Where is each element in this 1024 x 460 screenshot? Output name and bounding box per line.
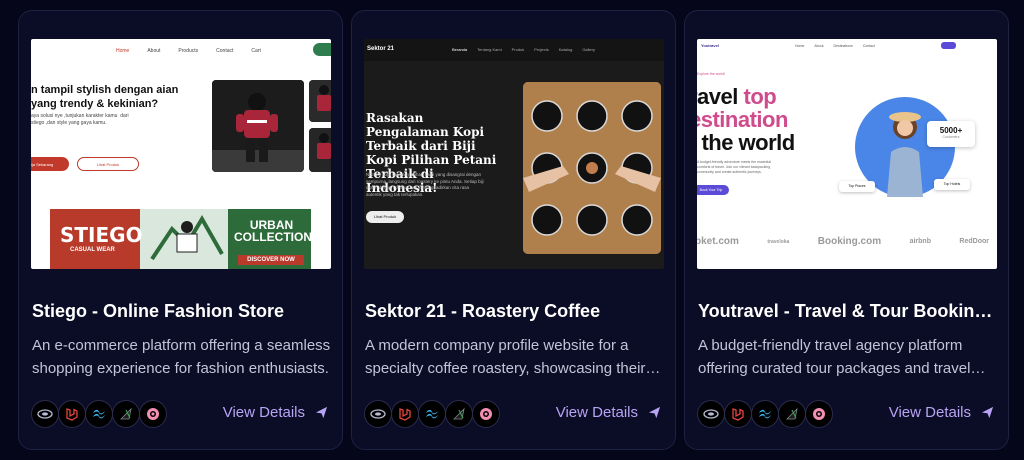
project-title: Youtravel - Travel & Tour Booking Websit…: [698, 301, 998, 321]
laravel-icon: [724, 400, 752, 428]
preview-logo: Sektor 21: [367, 46, 395, 52]
view-details-link[interactable]: View Details: [556, 404, 661, 421]
preview-button: Lihat Produk: [366, 211, 404, 223]
project-card[interactable]: Youtravel Home About Destinations Contac…: [684, 10, 1009, 450]
preview-primary-button: lja Sekarang: [31, 157, 69, 171]
laravel-icon: [58, 400, 86, 428]
preview-secondary-button: Lihat Produk: [77, 157, 139, 171]
preview-button: Book Your Trip: [697, 185, 729, 195]
preview-nav-button: [941, 42, 956, 49]
mongodb-icon: [445, 400, 473, 428]
gatsby-icon: [805, 400, 833, 428]
preview-partner-logos: bket.com traveloka Booking.com airbnb Re…: [697, 236, 989, 247]
preview-text: aya solusi nye ,tunjukan karakter kamu d…: [31, 113, 129, 126]
view-details-link[interactable]: View Details: [889, 404, 994, 421]
view-details-label: View Details: [555, 404, 638, 421]
nextjs-icon: [697, 400, 725, 428]
view-details-link[interactable]: View Details: [223, 404, 328, 421]
preview-nav: Home About Products Contact Cart: [116, 48, 261, 54]
mongodb-icon: [112, 400, 140, 428]
project-thumbnail[interactable]: Youtravel Home About Destinations Contac…: [697, 39, 997, 269]
mongodb-icon: [778, 400, 806, 428]
preview-nav: Beranda Tentang Kami Produk Projects Kat…: [452, 47, 595, 52]
preview-nav-button: [313, 43, 331, 56]
preview-headline: n tampil stylish dengan aian yang trendy…: [31, 84, 179, 110]
nextjs-icon: [364, 400, 392, 428]
preview-stat-card: 5000+ Customers: [927, 121, 975, 147]
view-details-label: View Details: [222, 404, 305, 421]
project-thumbnail[interactable]: Sektor 21 Beranda Tentang Kami Produk Pr…: [364, 39, 664, 269]
project-title: Sektor 21 - Roastery Coffee: [365, 301, 601, 321]
project-card[interactable]: Home About Products Contact Cart n tampi…: [18, 10, 343, 450]
tailwind-icon: [751, 400, 779, 428]
project-description: A budget-friendly travel agency platform…: [698, 337, 971, 377]
preview-thumb-photo: [309, 128, 331, 172]
preview-thumb-photo: [309, 80, 331, 122]
tailwind-icon: [85, 400, 113, 428]
laravel-icon: [391, 400, 419, 428]
project-description: An e-commerce platform offering a seamle…: [32, 337, 331, 377]
preview-nav: Home About Destinations Contact: [795, 44, 875, 48]
send-arrow-icon: [981, 406, 994, 419]
send-arrow-icon: [315, 406, 328, 419]
gatsby-icon: [139, 400, 167, 428]
gatsby-icon: [472, 400, 500, 428]
project-description: A modern company profile website for a s…: [365, 337, 646, 377]
preview-logo: Youtravel: [701, 43, 719, 48]
preview-text: Nikmati kopi specialty pilihan kami yang…: [366, 172, 484, 197]
preview-headline: ravel top estination f the world: [697, 84, 795, 155]
project-thumbnail[interactable]: Home About Products Contact Cart n tampi…: [31, 39, 331, 269]
project-card[interactable]: Sektor 21 Beranda Tentang Kami Produk Pr…: [351, 10, 676, 450]
preview-text: A budget-friendly adventure meets the es…: [697, 160, 771, 174]
view-details-label: View Details: [888, 404, 971, 421]
preview-coffee-photo: [523, 82, 661, 254]
preview-model-photo: [212, 80, 304, 172]
preview-chip: Top Hotels: [934, 179, 970, 190]
preview-tag: Explore the world!: [697, 72, 726, 76]
send-arrow-icon: [648, 406, 661, 419]
nextjs-icon: [31, 400, 59, 428]
preview-banner: STIEGO CASUAL WEAR URBAN COLLECTION DISC…: [50, 209, 311, 269]
preview-chip: Top Places: [839, 181, 875, 192]
project-title: Stiego - Online Fashion Store: [32, 301, 285, 321]
tailwind-icon: [418, 400, 446, 428]
